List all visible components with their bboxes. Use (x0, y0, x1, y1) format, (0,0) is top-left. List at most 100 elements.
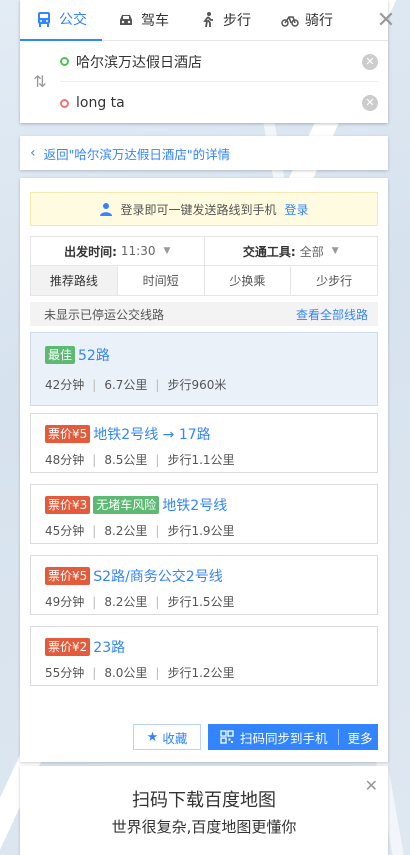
tab-bike-label: 骑行 (305, 13, 333, 29)
login-link[interactable]: 登录 (285, 201, 309, 218)
route-walk: 步行1.2公里 (167, 666, 235, 680)
route-badge: 票价¥5 (45, 425, 91, 443)
login-tip-text: 登录即可一键发送路线到手机 (120, 202, 277, 217)
route-item[interactable]: 票价¥5 S2路/商务公交2号线 49分钟 | 8.2公里 | 步行1.5公里 (30, 555, 378, 615)
route-search-box: 公交 驾车 步行 骑行 ✕ ⇅ 哈尔滨万达假日酒店 ✕ long ta ✕ (20, 0, 395, 123)
route-meta: 49分钟 | 8.2公里 | 步行1.5公里 (45, 594, 235, 610)
route-distance: 8.2公里 (104, 524, 148, 538)
start-input[interactable]: 哈尔滨万达假日酒店 ✕ (60, 42, 378, 82)
route-meta: 55分钟 | 8.0公里 | 步行1.2公里 (45, 665, 235, 681)
route-meta: 42分钟 | 6.7公里 | 步行960米 (45, 377, 227, 393)
route-badge: 票价¥2 (45, 638, 91, 656)
filter-row: 出发时间: 11:30 ▼ 交通工具: 全部 ▼ (30, 236, 378, 266)
route-badge: 最佳 (45, 346, 76, 364)
tab-walk-label: 步行 (223, 13, 251, 29)
route-badge: 票价¥3 (45, 496, 91, 514)
route-distance: 8.2公里 (104, 595, 148, 609)
route-badge: 无堵车风险 (93, 496, 160, 514)
user-icon (100, 203, 113, 216)
scan-sync-label: 扫码同步到手机 (240, 730, 328, 746)
route-badge: 票价¥5 (45, 567, 91, 585)
route-walk: 步行1.9公里 (167, 524, 235, 538)
depart-time-select[interactable]: 出发时间: 11:30 ▼ (31, 237, 204, 265)
close-icon[interactable]: ✕ (366, 0, 406, 41)
scan-sync-button[interactable]: 扫码同步到手机 更多 (208, 724, 378, 750)
tab-drive-label: 驾车 (141, 13, 169, 29)
caret-down-icon: ▼ (163, 246, 171, 256)
depart-time-value: 11:30 (120, 244, 156, 258)
route-distance: 8.0公里 (104, 666, 148, 680)
route-time: 45分钟 (45, 524, 85, 538)
swap-icon[interactable]: ⇅ (30, 72, 50, 92)
end-input[interactable]: long ta ✕ (60, 83, 378, 123)
route-title: 票价¥2 23路 (45, 637, 377, 657)
route-title: 票价¥5 地铁2号线 → 17路 (45, 424, 377, 444)
back-link-label: 返回"哈尔滨万达假日酒店"的详情 (43, 146, 231, 162)
login-tip: 登录即可一键发送路线到手机 登录 (30, 192, 378, 226)
sort-tab-less-walking[interactable]: 少步行 (290, 266, 377, 295)
tab-bus[interactable]: 公交 (20, 0, 102, 41)
route-time: 48分钟 (45, 453, 85, 467)
end-dot-icon (60, 98, 69, 108)
route-results-panel: 登录即可一键发送路线到手机 登录 出发时间: 11:30 ▼ 交通工具: 全部 … (20, 178, 388, 762)
caret-down-icon: ▼ (331, 246, 339, 256)
route-title: 最佳 52路 (45, 345, 377, 365)
route-name: 52路 (78, 348, 110, 364)
route-item[interactable]: 最佳 52路 42分钟 | 6.7公里 | 步行960米 (30, 332, 378, 406)
qr-code-icon (220, 730, 234, 744)
bike-icon (281, 16, 299, 27)
promo-subtitle: 世界很复杂,百度地图更懂你 (111, 818, 297, 836)
route-meta: 45分钟 | 8.2公里 | 步行1.9公里 (45, 523, 235, 539)
action-bar: ★ 收藏 扫码同步到手机 更多 (133, 724, 378, 750)
route-item[interactable]: 票价¥2 23路 55分钟 | 8.0公里 | 步行1.2公里 (30, 626, 378, 686)
depart-time-label: 出发时间: (64, 244, 117, 259)
route-time: 55分钟 (45, 666, 85, 680)
more-button[interactable]: 更多 (348, 728, 373, 747)
route-distance: 6.7公里 (104, 378, 148, 392)
route-item[interactable]: 票价¥3 无堵车风险 地铁2号线 45分钟 | 8.2公里 | 步行1.9公里 (30, 484, 378, 544)
tab-bike[interactable]: 骑行 (266, 0, 348, 41)
stopped-lines-notice: 未显示已停运公交线路 查看全部线路 (30, 302, 378, 326)
tab-walk[interactable]: 步行 (184, 0, 266, 41)
route-name: S2路/商务公交2号线 (93, 569, 223, 585)
sort-tab-shortest-time[interactable]: 时间短 (116, 266, 204, 295)
route-meta: 48分钟 | 8.5公里 | 步行1.1公里 (45, 452, 235, 468)
clear-start-icon[interactable]: ✕ (362, 53, 378, 70)
download-app-promo: ✕ 扫码下载百度地图 世界很复杂,百度地图更懂你 (20, 766, 388, 855)
favorite-button[interactable]: ★ 收藏 (133, 724, 201, 750)
route-time: 49分钟 (45, 595, 85, 609)
vehicle-value: 全部 (299, 244, 324, 259)
clear-end-icon[interactable]: ✕ (362, 95, 378, 111)
route-walk: 步行1.1公里 (167, 453, 235, 467)
route-item[interactable]: 票价¥5 地铁2号线 → 17路 48分钟 | 8.5公里 | 步行1.1公里 (30, 413, 378, 473)
route-title: 票价¥3 无堵车风险 地铁2号线 (45, 495, 377, 515)
promo-title: 扫码下载百度地图 (132, 790, 276, 811)
notice-text: 未显示已停运公交线路 (44, 307, 165, 322)
favorite-label: 收藏 (162, 730, 188, 746)
vehicle-select[interactable]: 交通工具: 全部 ▼ (203, 237, 378, 265)
route-walk: 步行1.5公里 (167, 595, 235, 609)
route-title: 票价¥5 S2路/商务公交2号线 (45, 566, 377, 586)
tab-drive[interactable]: 驾车 (102, 0, 184, 41)
route-name: 地铁2号线 → 17路 (93, 427, 211, 443)
close-promo-icon[interactable]: ✕ (365, 776, 378, 795)
star-icon: ★ (146, 729, 159, 745)
car-icon (120, 15, 132, 25)
sort-tabs: 推荐路线 时间短 少换乘 少步行 (30, 266, 378, 296)
route-name: 23路 (93, 640, 126, 656)
tab-bus-label: 公交 (59, 12, 87, 28)
chevron-left-icon: ‹ (30, 145, 36, 161)
sort-tab-fewer-transfers[interactable]: 少换乘 (203, 266, 291, 295)
end-input-value: long ta (76, 95, 125, 111)
route-name: 地铁2号线 (162, 498, 228, 514)
sort-tab-recommended[interactable]: 推荐路线 (31, 266, 117, 295)
start-input-value: 哈尔滨万达假日酒店 (76, 54, 202, 71)
back-to-details-link[interactable]: ‹ 返回"哈尔滨万达假日酒店"的详情 (20, 136, 388, 170)
view-all-lines-link[interactable]: 查看全部线路 (296, 306, 368, 323)
walk-icon (203, 12, 213, 28)
route-walk: 步行960米 (167, 378, 227, 392)
vehicle-label: 交通工具: (242, 244, 296, 259)
start-dot-icon (60, 57, 69, 66)
route-time: 42分钟 (45, 378, 85, 392)
route-distance: 8.5公里 (104, 453, 148, 467)
